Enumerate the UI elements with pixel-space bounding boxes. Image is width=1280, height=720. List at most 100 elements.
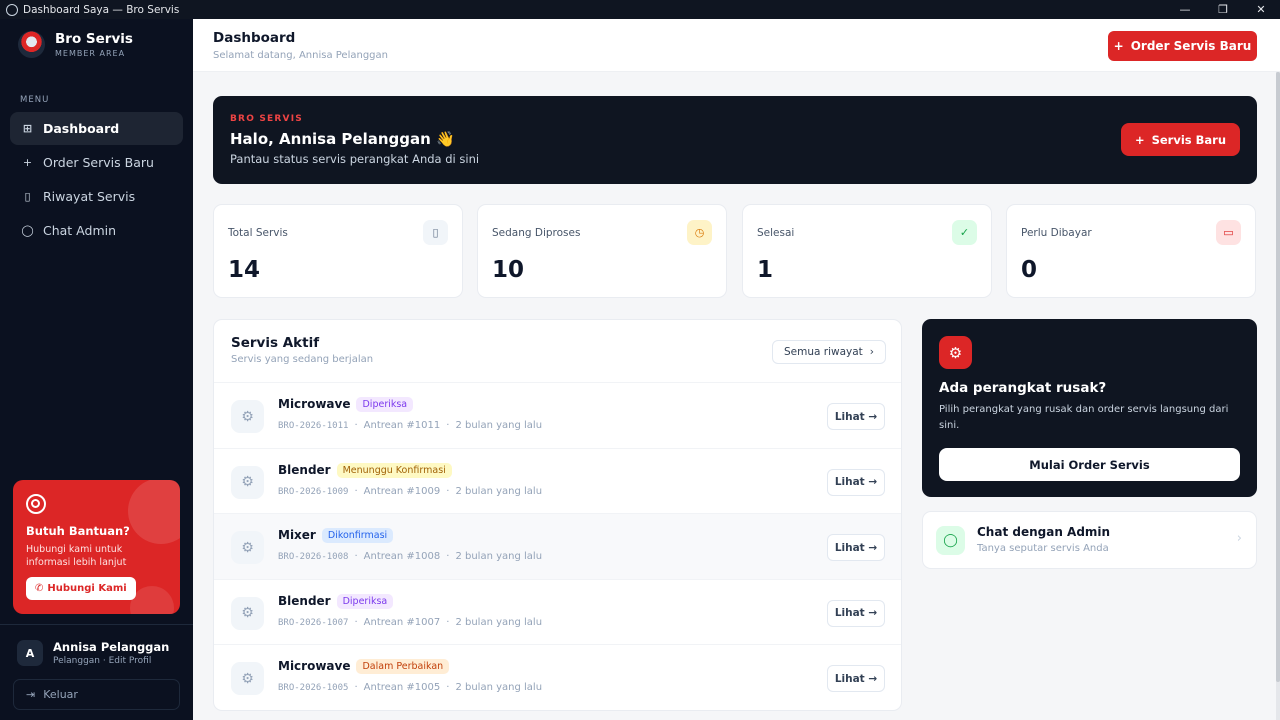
user-name: Annisa Pelanggan — [53, 640, 170, 654]
browser-icon — [6, 3, 18, 16]
stat-sedang-diproses: Sedang Diproses 10 ◷ — [477, 204, 727, 298]
section-title: Servis Aktif — [231, 335, 320, 351]
help-card: Butuh Bantuan? Hubungi kami untuk inform… — [13, 480, 180, 614]
check-circle-icon: ✓ — [952, 220, 977, 245]
stat-label: Perlu Dibayar — [1021, 227, 1092, 239]
queue-number: Antrean #1005 — [363, 682, 441, 694]
stat-selesai: Selesai 1 ✓ — [742, 204, 992, 298]
brand-name: Bro Servis — [55, 31, 133, 47]
service-code: BRO-2026-1008 — [278, 552, 349, 563]
device-name: Microwave — [278, 659, 351, 674]
sidebar-item-label: Riwayat Servis — [43, 189, 136, 204]
order-servis-baru-button[interactable]: + Order Servis Baru — [1108, 31, 1257, 61]
whatsapp-icon: ✆ — [35, 583, 44, 594]
service-row[interactable]: ⚙ Blender Menunggu Konfirmasi BRO-2026-10… — [214, 447, 901, 514]
sidebar-item-order-servis-baru[interactable]: + Order Servis Baru — [10, 146, 183, 179]
view-button[interactable]: Lihat → — [827, 599, 885, 627]
clipboard-icon: ▯ — [24, 190, 31, 203]
brand[interactable]: Bro Servis MEMBER AREA — [18, 31, 133, 58]
restore-button[interactable]: ❐ — [1204, 0, 1242, 19]
plus-icon: + — [1134, 132, 1145, 147]
gear-icon: ⚙ — [231, 400, 264, 433]
service-code: BRO-2026-1005 — [278, 683, 349, 694]
user-profile[interactable]: A Annisa Pelanggan Pelanggan · Edit Prof… — [17, 640, 169, 666]
gear-icon: ⚙ — [231, 596, 264, 630]
sidebar-item-label: Order Servis Baru — [43, 155, 154, 170]
stat-value: 14 — [228, 257, 261, 283]
stat-perlu-dibayar: Perlu Dibayar 0 ▭ — [1006, 204, 1256, 298]
view-button[interactable]: Lihat → — [827, 403, 885, 430]
timestamp: 2 bulan yang lalu — [455, 551, 543, 563]
banner-kicker: BRO SERVIS — [230, 114, 303, 124]
queue-number: Antrean #1009 — [363, 485, 441, 497]
gear-icon: ⚙ — [231, 465, 264, 499]
brand-subtitle: MEMBER AREA — [55, 49, 126, 58]
order-promo-card: ⚙ Ada perangkat rusak? Pilih perangkat y… — [922, 319, 1257, 497]
timestamp: 2 bulan yang lalu — [455, 420, 543, 431]
brand-logo — [18, 31, 45, 58]
device-name: Blender — [278, 593, 331, 608]
view-button[interactable]: Lihat → — [827, 665, 885, 693]
stat-label: Total Servis — [228, 227, 288, 239]
plus-icon: + — [1113, 39, 1124, 53]
chat-admin-card[interactable]: ◯ Chat dengan Admin Tanya seputar servis… — [922, 511, 1257, 569]
grid-icon: ⊞ — [22, 122, 33, 135]
main-content: Dashboard Selamat datang, Annisa Pelangg… — [193, 19, 1280, 720]
all-history-button[interactable]: Semua riwayat › — [772, 340, 886, 364]
service-code: BRO-2026-1009 — [278, 486, 349, 497]
help-text: Hubungi kami untuk informasi lebih lanju… — [26, 544, 127, 568]
promo-text: Pilih perangkat yang rusak dan order ser… — [939, 404, 1229, 431]
active-services-card: Servis Aktif Servis yang sedang berjalan… — [213, 319, 902, 711]
sidebar-item-chat-admin[interactable]: ◯ Chat Admin — [10, 214, 183, 247]
card-icon: ▭ — [1216, 220, 1241, 245]
service-code: BRO-2026-1007 — [278, 617, 349, 628]
gear-icon: ⚙ — [231, 662, 264, 696]
view-button[interactable]: Lihat → — [827, 534, 885, 562]
welcome-banner: BRO SERVIS Halo, Annisa Pelanggan 👋 Pant… — [213, 96, 1257, 184]
scrollbar-thumb[interactable] — [1276, 72, 1280, 682]
servis-baru-button[interactable]: + Servis Baru — [1121, 123, 1240, 156]
logout-button[interactable]: ⇥ Keluar — [13, 679, 180, 710]
service-list: ⚙ Microwave Diperiksa BRO-2026-1011 · Antre… — [214, 382, 901, 710]
stat-value: 0 — [1021, 257, 1038, 283]
scrollbar[interactable] — [1276, 72, 1280, 720]
clipboard-icon: ▯ — [423, 220, 448, 245]
sidebar-item-riwayat-servis[interactable]: ▯ Riwayat Servis — [10, 180, 183, 213]
service-row[interactable]: ⚙ Microwave Dalam Perbaikan BRO-2026-1005… — [214, 644, 901, 710]
sidebar-item-label: Dashboard — [43, 121, 120, 136]
queue-number: Antrean #1007 — [363, 616, 441, 628]
contact-us-button[interactable]: ✆ Hubungi Kami — [26, 577, 136, 600]
queue-number: Antrean #1008 — [363, 551, 441, 563]
close-button[interactable]: ✕ — [1242, 0, 1280, 19]
device-name: Microwave — [278, 397, 351, 411]
service-row[interactable]: ⚙ Mixer Dikonfirmasi BRO-2026-1008 · Antrea… — [214, 513, 901, 579]
user-role-edit-profile[interactable]: Pelanggan · Edit Profil — [53, 656, 169, 666]
chevron-right-icon: › — [869, 346, 874, 358]
chat-title: Chat dengan Admin — [977, 525, 1111, 539]
sidebar-item-dashboard[interactable]: ⊞ Dashboard — [10, 112, 183, 145]
timestamp: 2 bulan yang lalu — [455, 682, 543, 694]
chat-icon: ◯ — [936, 526, 965, 555]
minimize-button[interactable]: — — [1166, 0, 1204, 19]
view-button[interactable]: Lihat → — [827, 468, 885, 496]
gear-icon: ⚙ — [939, 336, 972, 369]
avatar: A — [17, 640, 43, 666]
stat-total-servis: Total Servis 14 ▯ — [213, 204, 463, 298]
service-row[interactable]: ⚙ Blender Diperiksa BRO-2026-1007 · Antrean… — [214, 578, 901, 645]
gear-icon: ⚙ — [231, 531, 264, 565]
chat-icon: ◯ — [21, 224, 34, 237]
banner-title: Halo, Annisa Pelanggan 👋 — [230, 130, 455, 148]
queue-number: Antrean #1011 — [363, 420, 441, 431]
section-subtitle: Servis yang sedang berjalan — [231, 354, 374, 365]
banner-subtitle: Pantau status servis perangkat Anda di s… — [230, 152, 480, 166]
device-name: Mixer — [278, 528, 316, 543]
promo-title: Ada perangkat rusak? — [939, 380, 1107, 396]
topbar: Dashboard Selamat datang, Annisa Pelangg… — [193, 19, 1280, 72]
clock-icon: ◷ — [687, 220, 712, 245]
status-badge: Diperiksa — [356, 397, 414, 412]
start-order-button[interactable]: Mulai Order Servis — [939, 448, 1240, 481]
service-row[interactable]: ⚙ Microwave Diperiksa BRO-2026-1011 · Antre… — [214, 382, 901, 448]
status-badge: Diperiksa — [336, 593, 394, 609]
chat-subtitle: Tanya seputar servis Anda — [977, 543, 1109, 554]
stat-value: 10 — [492, 257, 525, 283]
